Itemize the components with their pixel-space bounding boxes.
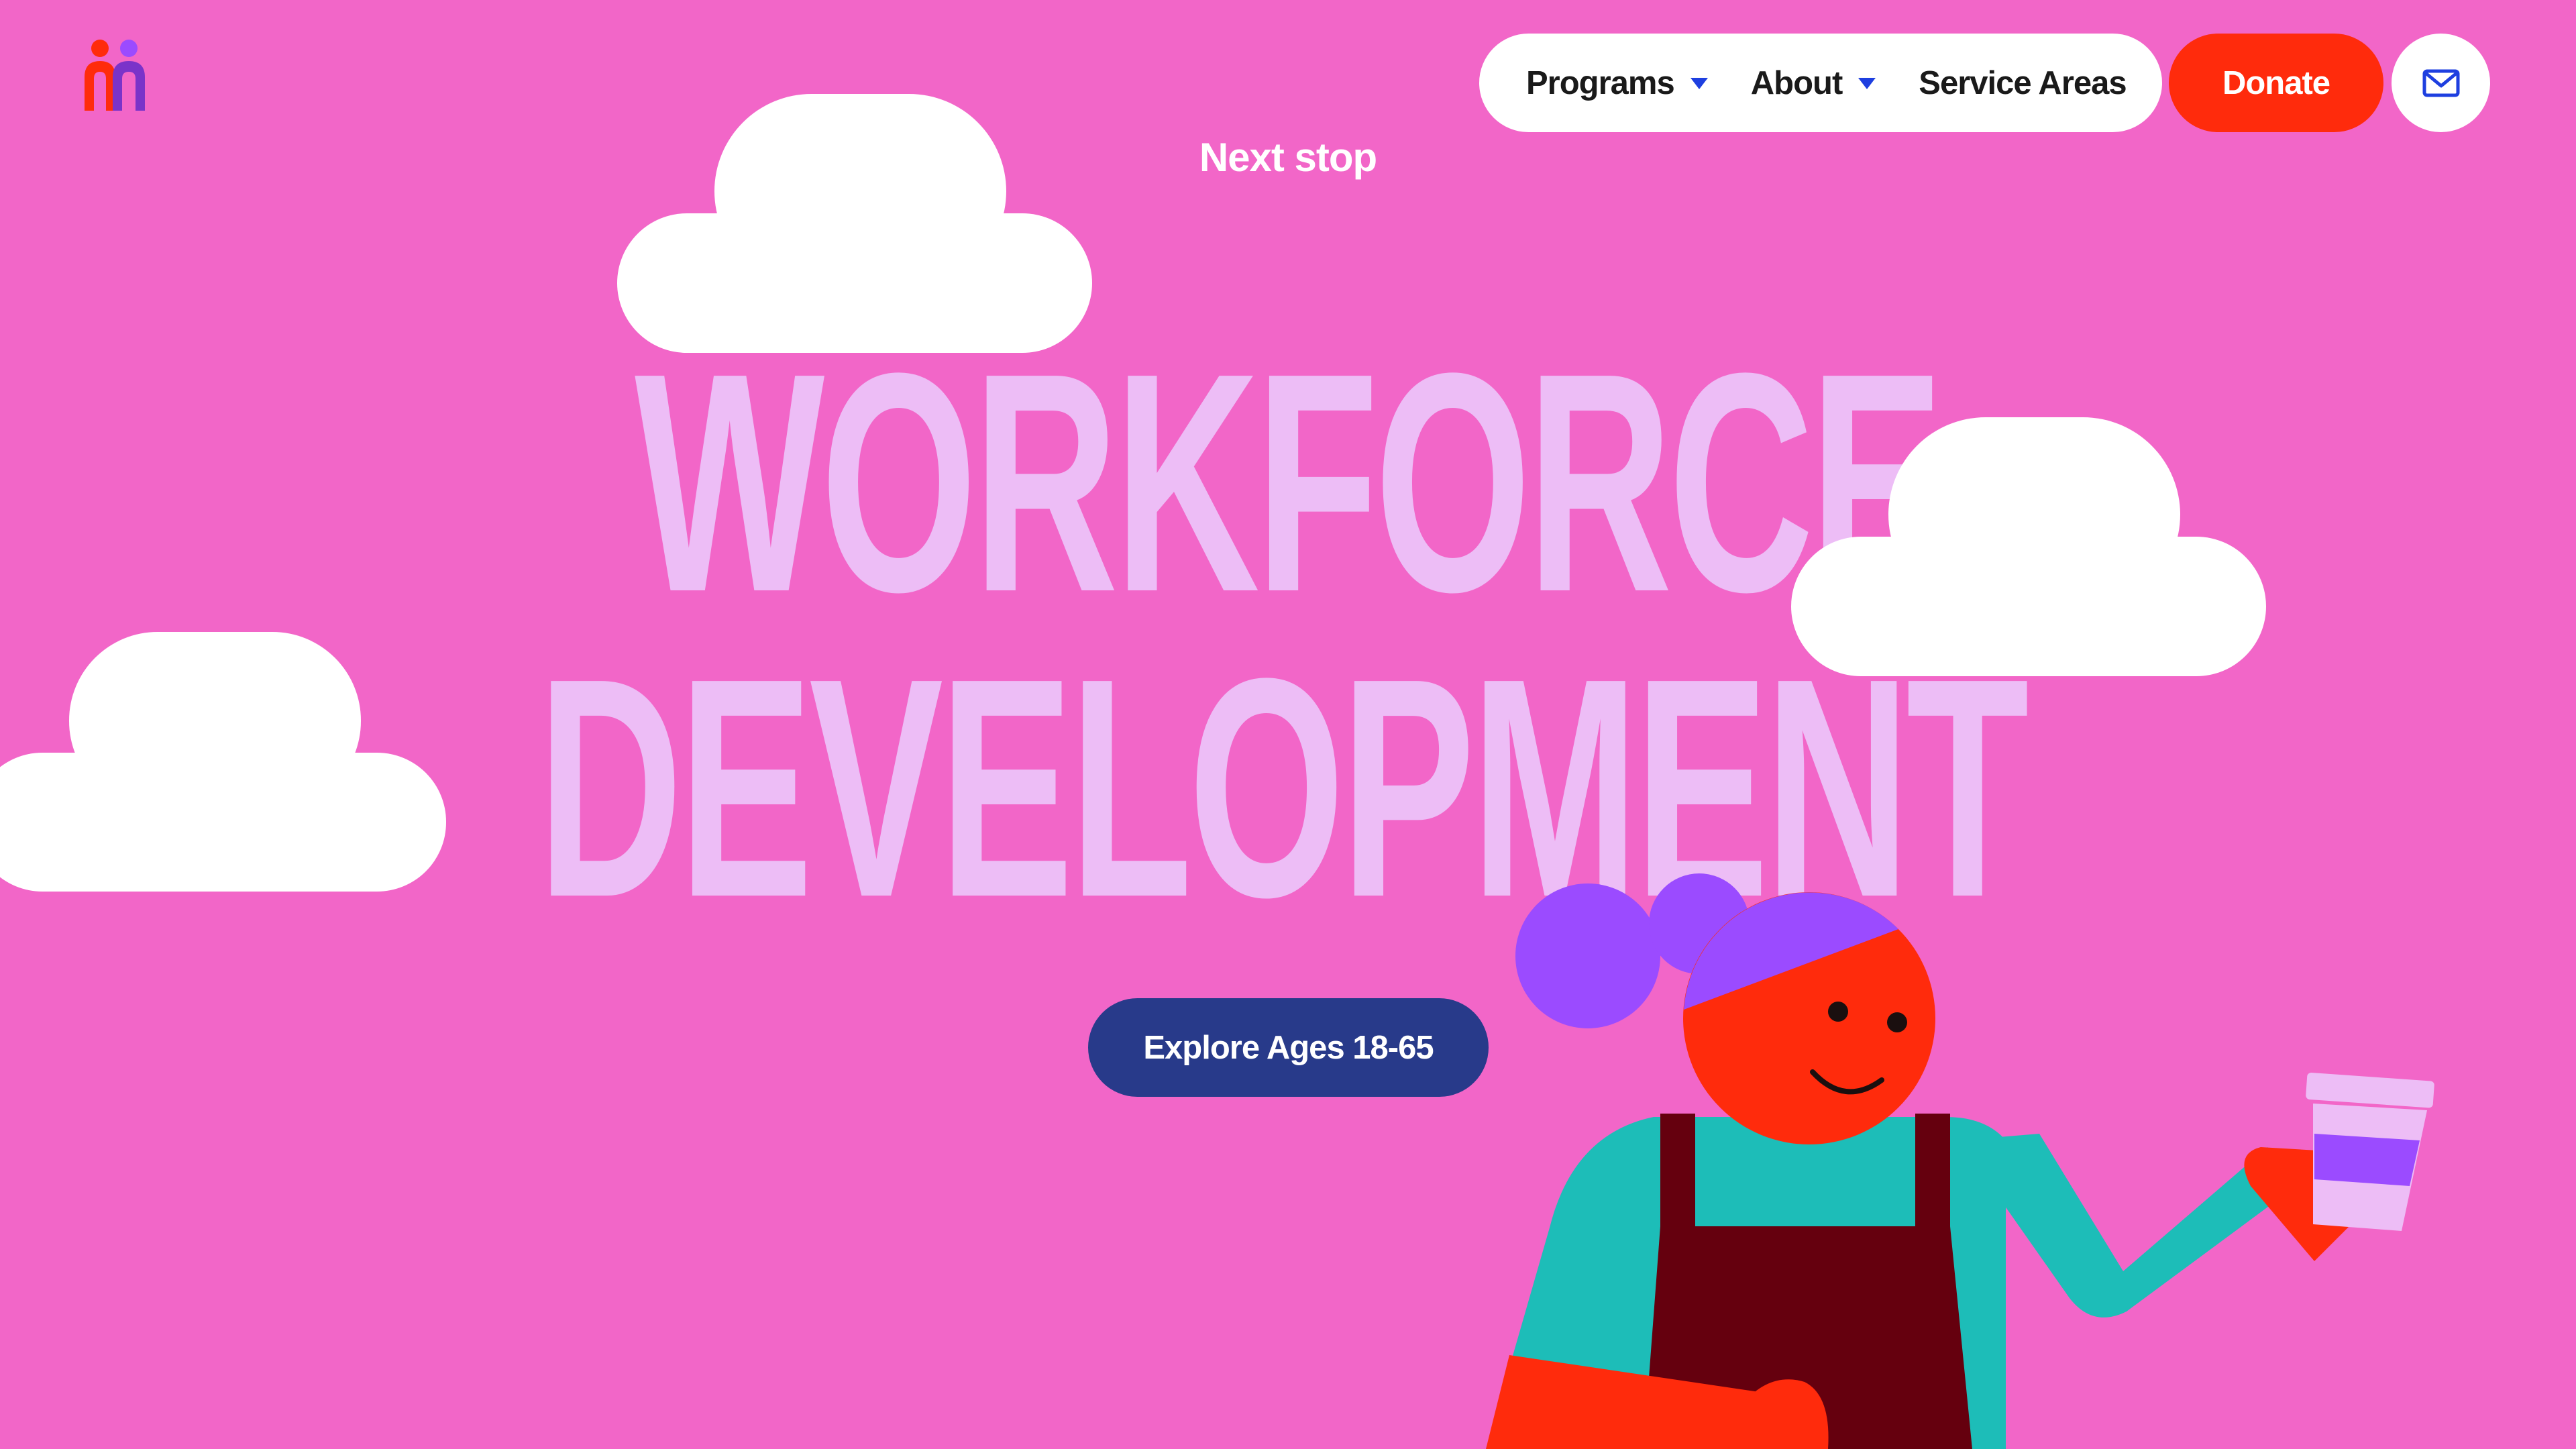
nav-item-label: Service Areas bbox=[1919, 64, 2127, 101]
contact-button[interactable] bbox=[2392, 34, 2490, 132]
hero-scene: WORKFORCE DEVELOPMENT Programs About Ser… bbox=[0, 0, 2576, 1449]
nav-item-label: About bbox=[1750, 64, 1843, 101]
nav-item-programs[interactable]: Programs bbox=[1526, 64, 1709, 102]
donate-button[interactable]: Donate bbox=[2169, 34, 2383, 132]
chevron-down-icon bbox=[1858, 77, 1876, 89]
hero-kicker: Next stop bbox=[1199, 135, 1377, 180]
explore-button[interactable]: Explore Ages 18-65 bbox=[1088, 998, 1489, 1097]
chevron-down-icon bbox=[1690, 77, 1708, 89]
nav-item-label: Programs bbox=[1526, 64, 1675, 101]
character-illustration bbox=[1486, 873, 2434, 1449]
main-nav: Programs About Service Areas bbox=[1479, 34, 2162, 132]
mail-icon bbox=[2422, 69, 2459, 97]
site-logo[interactable] bbox=[79, 37, 153, 114]
nav-item-about[interactable]: About bbox=[1751, 64, 1878, 102]
nav-item-service-areas[interactable]: Service Areas bbox=[1919, 64, 2127, 102]
